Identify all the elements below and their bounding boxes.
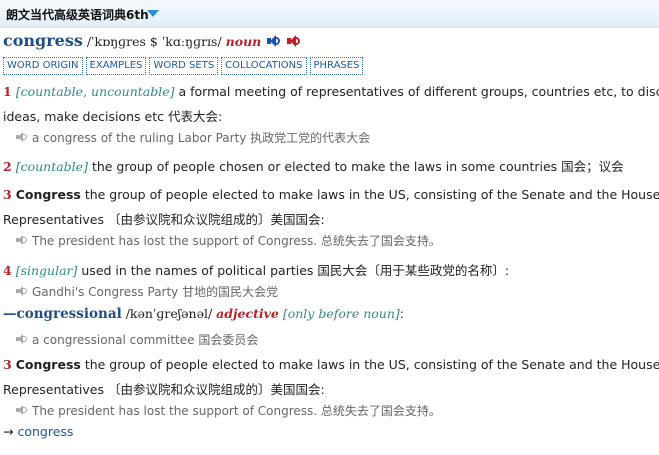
sense-word: Congress [15, 357, 81, 372]
pronunciation: /ˈkɒŋɡres $ ˈkɑːŋɡrɪs/ [86, 34, 222, 49]
sense-3-line2: Representatives 〔由参议院和众议院组成的〕美国国会: [3, 212, 325, 227]
definition-text: used in the names of political parties 国… [77, 263, 510, 278]
sense-number: 2 [3, 159, 12, 174]
sense-number: 4 [3, 263, 12, 278]
dictionary-title: 朗文当代高级英语词典6th [6, 8, 149, 22]
repeat-sense-line2: Representatives 〔由参议院和众议院组成的〕美国国会: [3, 382, 325, 397]
repeat-sense-line1: 3 Congress the group of people elected to… [3, 357, 659, 372]
sense-word: Congress [15, 187, 81, 202]
sense-number: 3 [3, 187, 12, 202]
derivative-row: —congressional /kənˈɡreʃənəl/ adjective … [3, 306, 404, 322]
derivative-pos: adjective [216, 306, 279, 321]
sense-1-line1: 1 [countable, uncountable] a formal meeti… [3, 84, 659, 99]
sense-2-line1: 2 [countable] the group of people chosen … [3, 156, 624, 175]
sense-4-example: Gandhi's Congress Party 甘地的国民大会党 [16, 283, 278, 300]
sense-number: 3 [3, 357, 12, 372]
grammar-label: [countable] [15, 159, 88, 174]
grammar-label: [countable, uncountable] [15, 84, 175, 99]
derivative-grammar: [only before noun] [282, 306, 400, 321]
speaker-gray-icon[interactable] [16, 235, 28, 245]
derivative-dash: — [3, 306, 17, 322]
entry-headrow: congress /ˈkɒŋɡres $ ˈkɑːŋɡrɪs/ noun [3, 31, 301, 51]
speaker-gray-icon[interactable] [16, 286, 28, 296]
speaker-gray-icon[interactable] [16, 334, 28, 344]
grammar-label: [singular] [15, 263, 78, 278]
sense-3-line1: 3 Congress the group of people elected to… [3, 187, 659, 202]
dropdown-caret-icon[interactable] [147, 10, 159, 17]
example-text: Gandhi's Congress Party 甘地的国民大会党 [32, 285, 279, 299]
derivative-pronunciation: /kənˈɡreʃənəl/ [121, 306, 217, 321]
repeat-sense-example: The president has lost the support of Co… [16, 402, 441, 419]
definition-text: a formal meeting of representatives of d… [174, 84, 659, 99]
sense-number: 1 [3, 84, 12, 99]
cross-reference: → congress [3, 424, 73, 439]
cross-reference-link[interactable]: congress [17, 424, 73, 439]
speaker-red-icon[interactable] [287, 35, 301, 47]
tag-examples[interactable]: EXAMPLES [85, 57, 147, 75]
part-of-speech: noun [225, 34, 262, 49]
headword: congress [3, 31, 83, 50]
section-tabs: WORD ORIGIN EXAMPLES WORD SETS COLLOCATIONS… [3, 56, 366, 75]
speaker-blue-icon[interactable] [267, 35, 281, 47]
derivative-example: a congressional committee 国会委员会 [16, 331, 258, 348]
definition-text: the group of people elected to make laws… [80, 357, 659, 372]
tag-word-origin[interactable]: WORD ORIGIN [3, 57, 83, 75]
tag-word-sets[interactable]: WORD SETS [149, 57, 219, 75]
sense-1-line2: ideas, make decisions etc 代表大会: [3, 109, 223, 124]
arrow-icon: → [3, 424, 18, 439]
sense-3-example: The president has lost the support of Co… [16, 232, 441, 249]
dictionary-header: 朗文当代高级英语词典6th [0, 0, 659, 28]
derivative-colon: : [399, 306, 404, 321]
example-text: a congress of the ruling Labor Party 执政党… [32, 131, 371, 145]
speaker-gray-icon[interactable] [16, 405, 28, 415]
example-text: The president has lost the support of Co… [32, 404, 441, 418]
sense-1-example: a congress of the ruling Labor Party 执政党… [16, 129, 370, 146]
tag-collocations[interactable]: COLLOCATIONS [221, 57, 307, 75]
sense-4-line1: 4 [singular] used in the names of politic… [3, 260, 509, 279]
tag-phrases[interactable]: PHRASES [309, 57, 364, 75]
example-text: a congressional committee 国会委员会 [32, 333, 259, 347]
definition-text: the group of people elected to make laws… [80, 187, 659, 202]
example-text: The president has lost the support of Co… [32, 234, 441, 248]
speaker-gray-icon[interactable] [16, 132, 28, 142]
derivative-word: congressional [16, 306, 122, 322]
definition-text: the group of people chosen or elected to… [87, 159, 624, 174]
